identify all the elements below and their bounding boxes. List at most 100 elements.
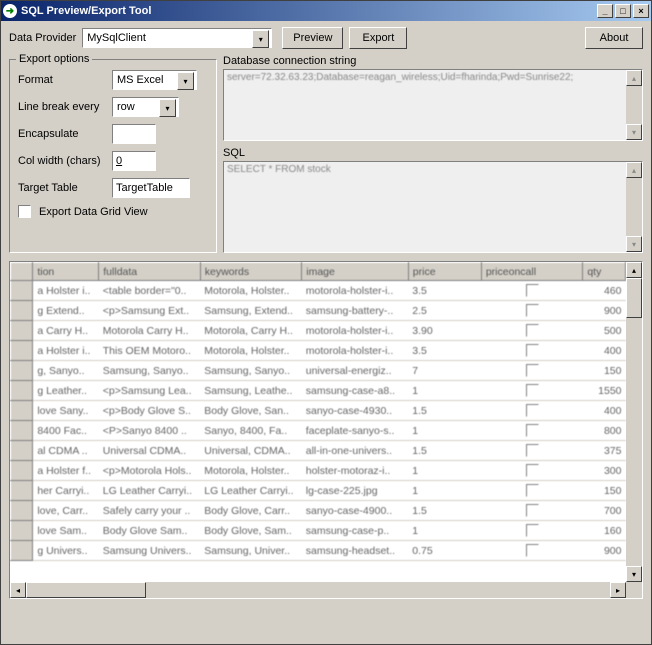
table-cell xyxy=(481,501,582,521)
table-cell: 1.5 xyxy=(408,441,481,461)
export-button[interactable]: Export xyxy=(349,27,407,49)
table-cell xyxy=(481,301,582,321)
table-cell: 1.5 xyxy=(408,501,481,521)
table-row[interactable]: al CDMA ..Universal CDMA..Universal, CDM… xyxy=(11,441,626,461)
row-checkbox[interactable] xyxy=(526,524,539,537)
table-cell: <p>Body Glove S.. xyxy=(99,401,200,421)
maximize-button[interactable]: □ xyxy=(615,4,631,18)
row-checkbox[interactable] xyxy=(526,464,539,477)
column-header[interactable]: price xyxy=(408,263,481,281)
table-cell: Universal CDMA.. xyxy=(99,441,200,461)
app-icon: ➜ xyxy=(3,4,17,18)
table-row[interactable]: g Extend..<p>Samsung Ext..Samsung, Exten… xyxy=(11,301,626,321)
table-row[interactable]: love Sam..Body Glove Sam..Body Glove, Sa… xyxy=(11,521,626,541)
table-row[interactable]: a Holster i..<table border="0..Motorola,… xyxy=(11,281,626,301)
table-cell: Samsung, Leathe.. xyxy=(200,381,301,401)
table-cell: Samsung, Sanyo.. xyxy=(99,361,200,381)
format-select[interactable]: MS Excel xyxy=(112,70,197,90)
about-button[interactable]: About xyxy=(585,27,643,49)
export-grid-checkbox[interactable] xyxy=(18,205,31,218)
table-cell xyxy=(481,321,582,341)
linebreak-label: Line break every xyxy=(18,101,108,113)
table-cell: a Carry H.. xyxy=(33,321,99,341)
table-cell: al CDMA .. xyxy=(33,441,99,461)
table-row[interactable]: a Holster f..<p>Motorola Hols..Motorola,… xyxy=(11,461,626,481)
target-table-input[interactable] xyxy=(112,178,190,198)
row-checkbox[interactable] xyxy=(526,484,539,497)
table-row[interactable]: g Univers..Samsung Univers..Samsung, Uni… xyxy=(11,541,626,561)
table-cell: 1550 xyxy=(583,381,626,401)
export-grid-label: Export Data Grid View xyxy=(39,206,148,218)
conn-scrollbar[interactable]: ▴ ▾ xyxy=(626,70,642,140)
column-header[interactable]: keywords xyxy=(200,263,301,281)
target-table-label: Target Table xyxy=(18,182,108,194)
conn-string-textarea[interactable]: server=72.32.63.23;Database=reagan_wirel… xyxy=(223,69,643,141)
table-cell xyxy=(481,541,582,561)
table-cell: 0.75 xyxy=(408,541,481,561)
row-checkbox[interactable] xyxy=(526,324,539,337)
sql-textarea[interactable]: SELECT * FROM stock ▴ ▾ xyxy=(223,161,643,253)
row-checkbox[interactable] xyxy=(526,284,539,297)
encapsulate-input[interactable] xyxy=(112,124,156,144)
table-row[interactable]: g Leather..<p>Samsung Lea..Samsung, Leat… xyxy=(11,381,626,401)
table-cell: sanyo-case-4930.. xyxy=(302,401,409,421)
data-grid: tionfulldatakeywordsimagepricepriceoncal… xyxy=(9,261,643,599)
table-cell: Samsung, Univer.. xyxy=(200,541,301,561)
table-cell: 150 xyxy=(583,481,626,501)
grid-hscroll[interactable]: ◂ ▸ xyxy=(10,582,626,598)
row-checkbox[interactable] xyxy=(526,344,539,357)
table-row[interactable]: 8400 Fac..<P>Sanyo 8400 ..Sanyo, 8400, F… xyxy=(11,421,626,441)
table-cell: love, Carr.. xyxy=(33,501,99,521)
table-row[interactable]: a Carry H..Motorola Carry H..Motorola, C… xyxy=(11,321,626,341)
row-checkbox[interactable] xyxy=(526,404,539,417)
table-row[interactable]: her Carryi..LG Leather Carryi..LG Leathe… xyxy=(11,481,626,501)
table-cell: 3.5 xyxy=(408,341,481,361)
table-cell xyxy=(481,521,582,541)
linebreak-select[interactable]: row xyxy=(112,97,179,117)
row-checkbox[interactable] xyxy=(526,364,539,377)
grid-vscroll[interactable]: ▴ ▾ xyxy=(626,262,642,582)
row-checkbox[interactable] xyxy=(526,424,539,437)
grid-corner xyxy=(626,582,642,598)
sql-scrollbar[interactable]: ▴ ▾ xyxy=(626,162,642,252)
table-cell: universal-energiz.. xyxy=(302,361,409,381)
preview-button[interactable]: Preview xyxy=(282,27,343,49)
table-cell: <p>Motorola Hols.. xyxy=(99,461,200,481)
data-provider-select[interactable]: MySqlClient xyxy=(82,28,272,48)
table-cell: motorola-holster-i.. xyxy=(302,281,409,301)
column-header[interactable]: priceoncall xyxy=(481,263,582,281)
table-cell: lg-case-225.jpg xyxy=(302,481,409,501)
row-checkbox[interactable] xyxy=(526,544,539,557)
table-cell xyxy=(481,481,582,501)
minimize-button[interactable]: _ xyxy=(597,4,613,18)
table-row[interactable]: g, Sanyo..Samsung, Sanyo..Samsung, Sanyo… xyxy=(11,361,626,381)
table-cell: holster-motoraz-i.. xyxy=(302,461,409,481)
row-checkbox[interactable] xyxy=(526,504,539,517)
grid-vscroll-thumb[interactable] xyxy=(626,278,642,318)
table-cell: 3.5 xyxy=(408,281,481,301)
table-cell: samsung-case-p.. xyxy=(302,521,409,541)
row-checkbox[interactable] xyxy=(526,304,539,317)
table-row[interactable]: love Sany..<p>Body Glove S..Body Glove, … xyxy=(11,401,626,421)
table-cell: 160 xyxy=(583,521,626,541)
table-cell: g Extend.. xyxy=(33,301,99,321)
colwidth-input[interactable] xyxy=(112,151,156,171)
grid-hscroll-thumb[interactable] xyxy=(26,582,146,598)
table-cell: 1 xyxy=(408,461,481,481)
column-header[interactable]: tion xyxy=(33,263,99,281)
table-row[interactable]: a Holster i..This OEM Motoro..Motorola, … xyxy=(11,341,626,361)
column-header[interactable]: image xyxy=(302,263,409,281)
table-cell: Universal, CDMA.. xyxy=(200,441,301,461)
row-checkbox[interactable] xyxy=(526,444,539,457)
column-header[interactable]: qty xyxy=(583,263,626,281)
title-bar: ➜ SQL Preview/Export Tool _ □ × xyxy=(1,1,651,21)
column-header[interactable]: fulldata xyxy=(99,263,200,281)
table-cell: 500 xyxy=(583,321,626,341)
table-cell: 1 xyxy=(408,481,481,501)
row-checkbox[interactable] xyxy=(526,384,539,397)
close-button[interactable]: × xyxy=(633,4,649,18)
table-cell: motorola-holster-i.. xyxy=(302,321,409,341)
table-cell: faceplate-sanyo-s.. xyxy=(302,421,409,441)
table-cell: a Holster f.. xyxy=(33,461,99,481)
table-row[interactable]: love, Carr..Safely carry your ..Body Glo… xyxy=(11,501,626,521)
